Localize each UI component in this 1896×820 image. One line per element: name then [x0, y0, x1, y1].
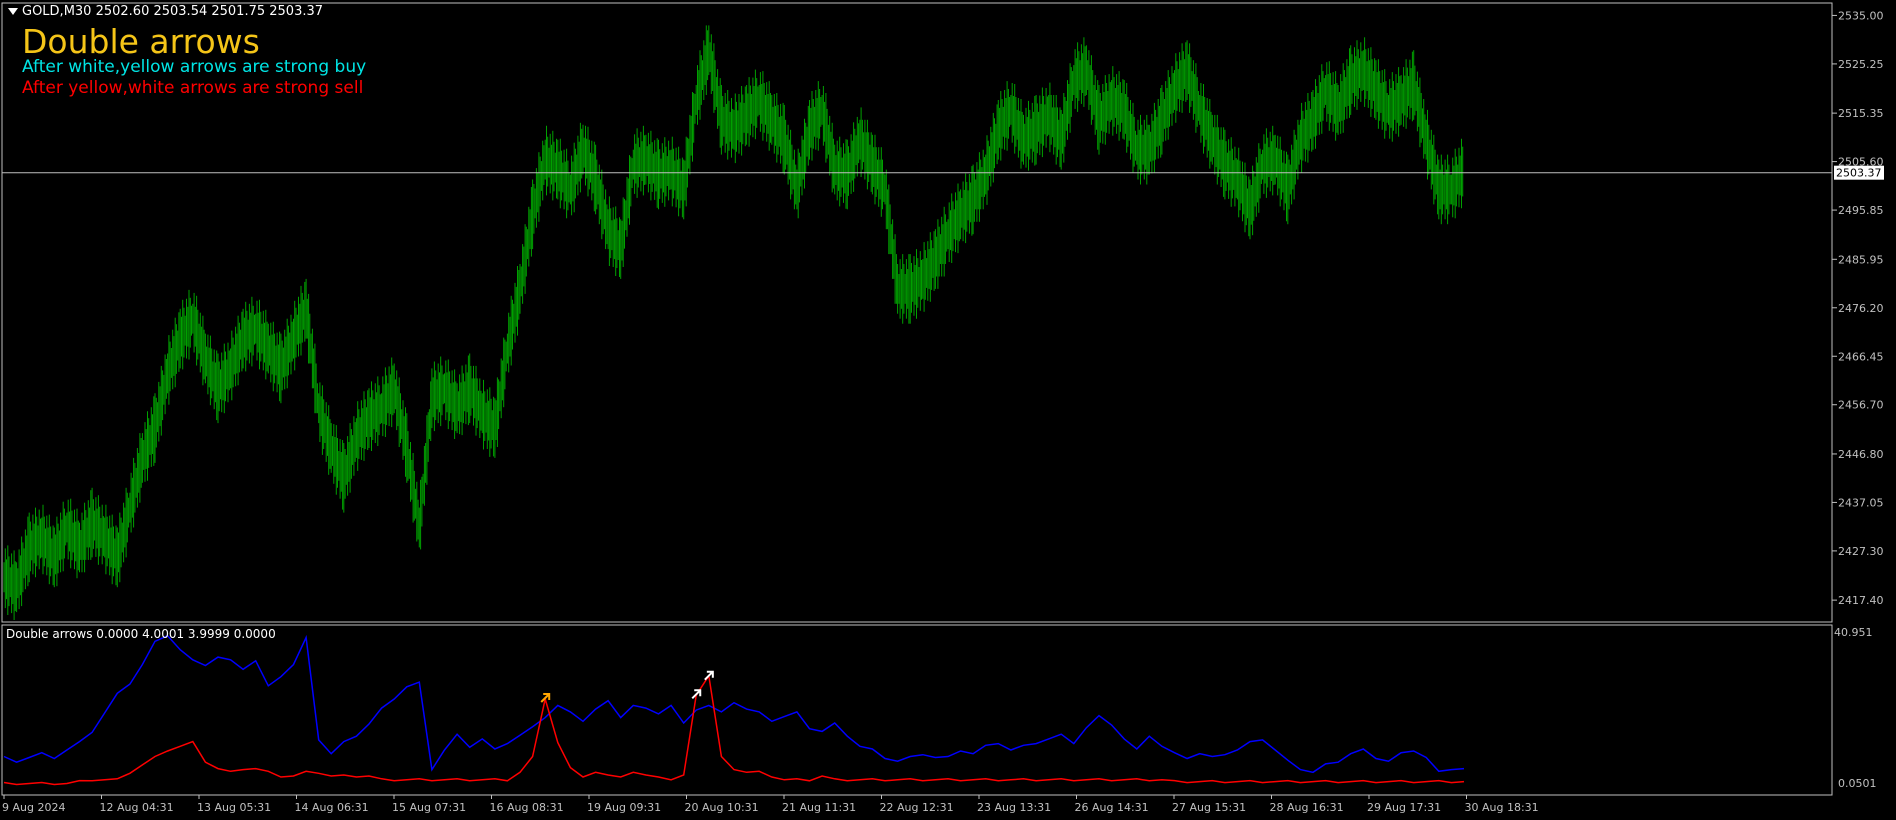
x-tick-label: 16 Aug 08:31: [490, 801, 564, 814]
x-tick-label: 13 Aug 05:31: [197, 801, 271, 814]
x-tick-label: 12 Aug 04:31: [100, 801, 174, 814]
indicator-layer: [3, 634, 1465, 786]
indicator-axis-max: 40.951: [1834, 626, 1873, 639]
buy-note: After white,yellow arrows are strong buy: [22, 57, 367, 77]
y-tick-label: 2476.20: [1838, 302, 1884, 315]
x-tick-label: 30 Aug 18:31: [1465, 801, 1539, 814]
x-tick-label: 19 Aug 09:31: [587, 801, 661, 814]
sell-note: After yellow,white arrows are strong sel…: [22, 78, 364, 98]
indicator-line-blue: [3, 634, 1465, 774]
symbol-line: GOLD,M30 2502.60 2503.54 2501.75 2503.37: [22, 4, 324, 19]
y-tick-label: 2485.95: [1838, 253, 1884, 266]
y-tick-label: 2437.05: [1838, 496, 1884, 509]
x-tick-label: 23 Aug 13:31: [977, 801, 1051, 814]
y-tick-label: 2446.80: [1838, 448, 1884, 461]
y-tick-label: 2515.35: [1838, 107, 1884, 120]
y-tick-label: 2427.30: [1838, 545, 1884, 558]
x-tick-label: 28 Aug 16:31: [1270, 801, 1344, 814]
dropdown-triangle-icon[interactable]: [8, 8, 18, 15]
y-tick-label: 2417.40: [1838, 594, 1884, 607]
x-tick-label: 27 Aug 15:31: [1172, 801, 1246, 814]
x-tick-label: 9 Aug 2024: [2, 801, 65, 814]
current-price-label: 2503.37: [1836, 167, 1882, 180]
x-tick-label: 29 Aug 17:31: [1367, 801, 1441, 814]
x-tick-label: 26 Aug 14:31: [1075, 801, 1149, 814]
subwindow-label: Double arrows 0.0000 4.0001 3.9999 0.000…: [6, 627, 276, 641]
symbol-header[interactable]: GOLD,M30 2502.60 2503.54 2501.75 2503.37: [8, 4, 323, 19]
indicator-title: Double arrows: [22, 22, 260, 61]
x-tick-label: 20 Aug 10:31: [685, 801, 759, 814]
indicator-line-red: [3, 673, 1465, 786]
axis-layer: 2503.37 2535.00 2525.25 2515.35 2505.60 2495.…: [2, 9, 1884, 814]
x-tick-label: 21 Aug 11:31: [782, 801, 856, 814]
y-tick-label: 2495.85: [1838, 204, 1884, 217]
y-tick-label: 2456.70: [1838, 399, 1884, 412]
price-layer: [3, 25, 1464, 620]
indicator-axis-min: 0.0501: [1838, 777, 1877, 790]
y-tick-label: 2535.00: [1838, 9, 1884, 22]
indicator-window-frame: [1, 624, 1833, 796]
y-tick-label: 2505.60: [1838, 156, 1884, 169]
x-tick-label: 14 Aug 06:31: [295, 801, 369, 814]
chart-canvas: 2503.37 2535.00 2525.25 2515.35 2505.60 2495.…: [1, 2, 1884, 814]
x-tick-label: 22 Aug 12:31: [880, 801, 954, 814]
y-tick-label: 2525.25: [1838, 58, 1884, 71]
y-tick-label: 2466.45: [1838, 350, 1884, 363]
x-tick-label: 15 Aug 07:31: [392, 801, 466, 814]
